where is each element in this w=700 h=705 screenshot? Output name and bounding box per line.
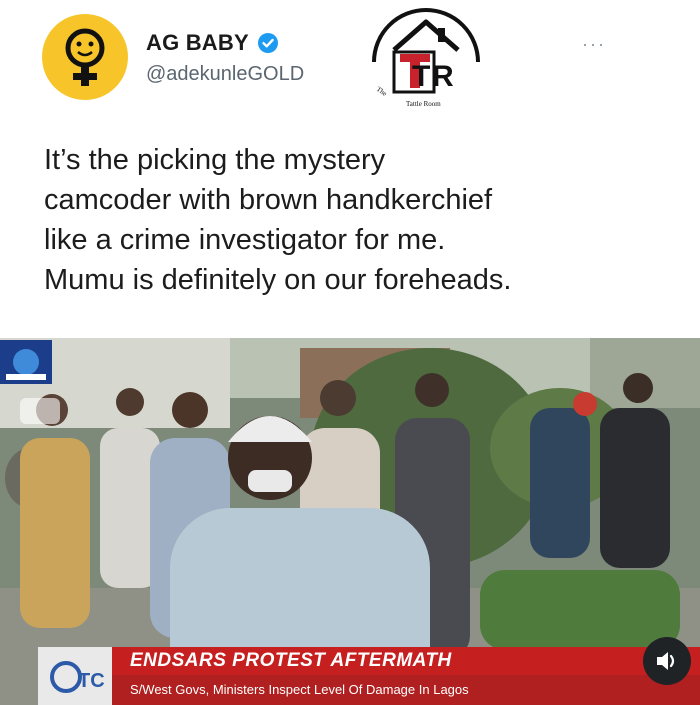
corner-label: TC	[78, 670, 105, 692]
news-subheadline: S/West Govs, Ministers Inspect Level Of …	[112, 675, 700, 705]
post-text-line: Mumu is definitely on our foreheads.	[44, 264, 512, 296]
more-icon[interactable]: ···	[582, 34, 606, 55]
news-headline: ENDSARS PROTEST AFTERMATH	[112, 647, 700, 675]
volume-icon	[657, 652, 675, 670]
channel-logo-icon	[0, 340, 52, 384]
video-player[interactable]: TC ENDSARS PROTEST AFTERMATH S/West Govs…	[0, 338, 700, 705]
post-text-line: It’s the picking the mystery	[44, 144, 386, 176]
display-name[interactable]: AG BABY	[146, 30, 249, 56]
svg-text:R: R	[432, 60, 454, 93]
watermark-logo: T R The Tattle Room	[366, 2, 486, 112]
news-lower-third: TC ENDSARS PROTEST AFTERMATH S/West Govs…	[0, 647, 700, 705]
svg-text:The: The	[375, 85, 389, 98]
channel-badge: TC	[38, 647, 112, 705]
user-handle[interactable]: @adekunleGOLD	[146, 63, 304, 86]
avatar-icon	[65, 28, 105, 86]
post-text-line: camcoder with brown handkerchief	[44, 184, 493, 216]
post-text: It’s the picking the mystery camcoder wi…	[44, 140, 684, 300]
svg-text:Tattle Room: Tattle Room	[406, 100, 441, 108]
svg-text:T: T	[412, 60, 430, 93]
verified-badge-icon	[257, 33, 278, 53]
profile-avatar[interactable]	[42, 14, 128, 100]
post-text-line: like a crime investigator for me.	[44, 224, 446, 256]
author-row: AG BABY	[146, 30, 279, 56]
volume-button[interactable]	[643, 637, 691, 685]
